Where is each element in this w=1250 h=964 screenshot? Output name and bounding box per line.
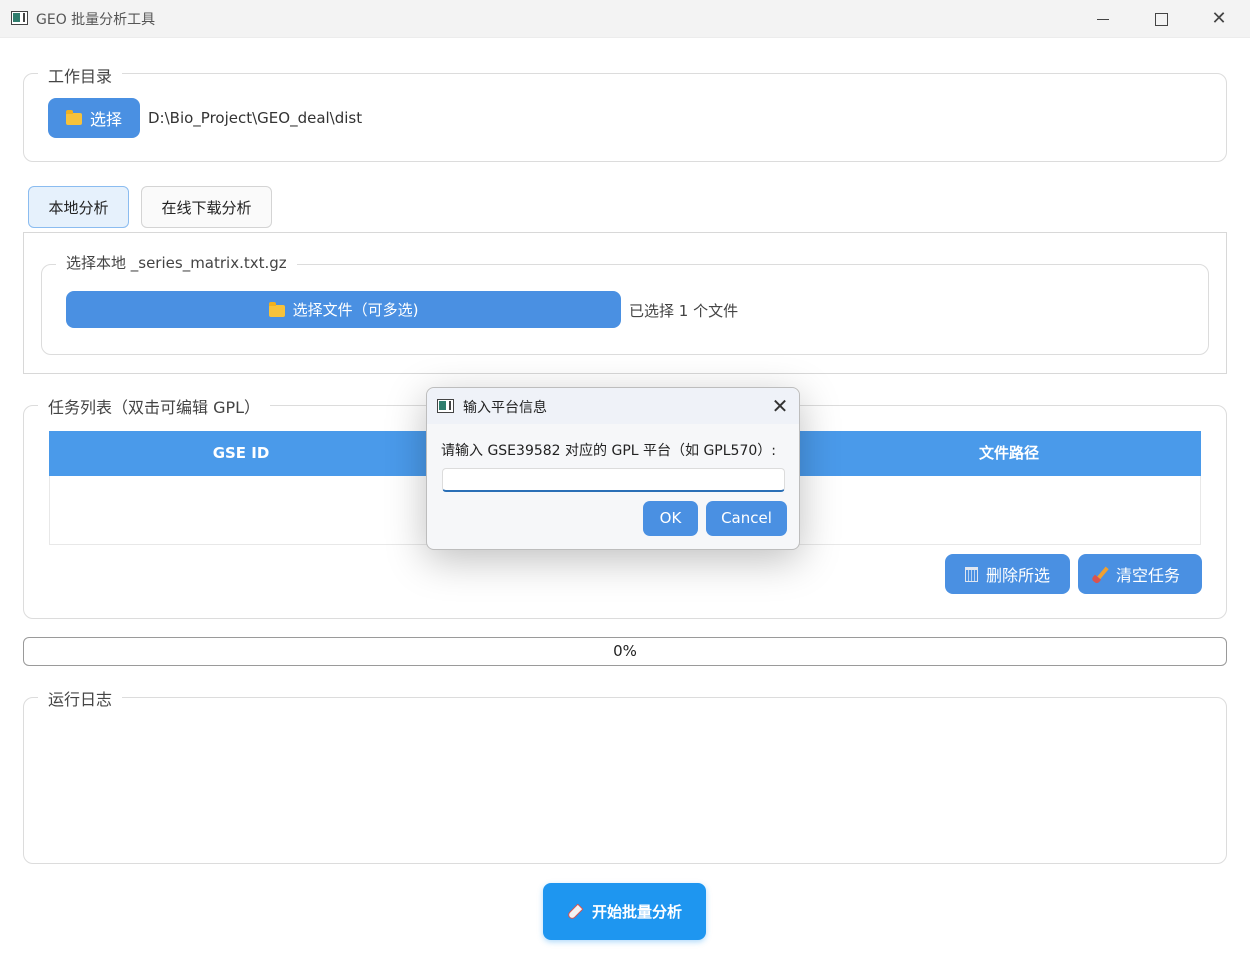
gpl-input-dialog: 输入平台信息 ✕ 请输入 GSE39582 对应的 GPL 平台（如 GPL57… <box>426 387 800 550</box>
app-icon <box>11 11 28 25</box>
task-list-legend: 任务列表（双击可编辑 GPL） <box>38 394 271 418</box>
broom-icon <box>1095 566 1109 582</box>
folder-icon <box>65 110 82 125</box>
log-legend: 运行日志 <box>38 686 123 710</box>
dialog-prompt: 请输入 GSE39582 对应的 GPL 平台（如 GPL570）: <box>441 443 776 459</box>
local-files-legend: 选择本地 _series_matrix.txt.gz <box>56 252 297 273</box>
start-batch-button[interactable]: 开始批量分析 <box>543 883 706 940</box>
window-titlebar: GEO 批量分析工具 ✕ <box>0 0 1250 38</box>
trash-icon <box>964 566 978 582</box>
dialog-close-icon[interactable]: ✕ <box>767 393 793 419</box>
select-workdir-label: 选择 <box>89 110 122 129</box>
dialog-app-icon <box>437 399 454 413</box>
workdir-path: D:\Bio_Project\GEO_deal\dist <box>148 109 363 127</box>
minimize-icon[interactable] <box>1083 6 1123 32</box>
workdir-legend: 工作目录 <box>38 63 123 87</box>
dialog-ok-button[interactable]: OK <box>643 501 698 536</box>
clear-tasks-button[interactable]: 清空任务 <box>1078 554 1202 594</box>
tab-local-analysis[interactable]: 本地分析 <box>28 186 129 228</box>
dialog-cancel-button[interactable]: Cancel <box>706 501 787 536</box>
window-title: GEO 批量分析工具 <box>36 12 156 28</box>
clear-tasks-label: 清空任务 <box>1115 566 1180 585</box>
column-header-gse-id[interactable]: GSE ID <box>49 431 433 476</box>
folder-icon <box>268 301 285 317</box>
choose-files-label: 选择文件（可多选) <box>292 301 419 319</box>
progress-text: 0% <box>613 642 637 660</box>
column-header-file-path[interactable]: 文件路径 <box>817 431 1201 476</box>
rocket-icon <box>566 903 584 920</box>
gpl-platform-input[interactable] <box>442 468 785 492</box>
progress-bar: 0% <box>23 637 1227 666</box>
tab-online-download[interactable]: 在线下载分析 <box>141 186 272 228</box>
select-workdir-button[interactable]: 选择 <box>48 98 140 138</box>
delete-selected-button[interactable]: 删除所选 <box>945 554 1070 594</box>
log-output[interactable] <box>35 712 1215 852</box>
delete-selected-label: 删除所选 <box>985 566 1050 585</box>
dialog-titlebar: 输入平台信息 ✕ <box>427 388 799 424</box>
window-close-icon[interactable]: ✕ <box>1199 6 1239 32</box>
dialog-title: 输入平台信息 <box>463 400 547 416</box>
choose-files-button[interactable]: 选择文件（可多选) <box>66 291 621 328</box>
start-batch-label: 开始批量分析 <box>591 903 682 921</box>
selected-files-status: 已选择 1 个文件 <box>629 302 739 320</box>
maximize-icon[interactable] <box>1141 6 1181 32</box>
